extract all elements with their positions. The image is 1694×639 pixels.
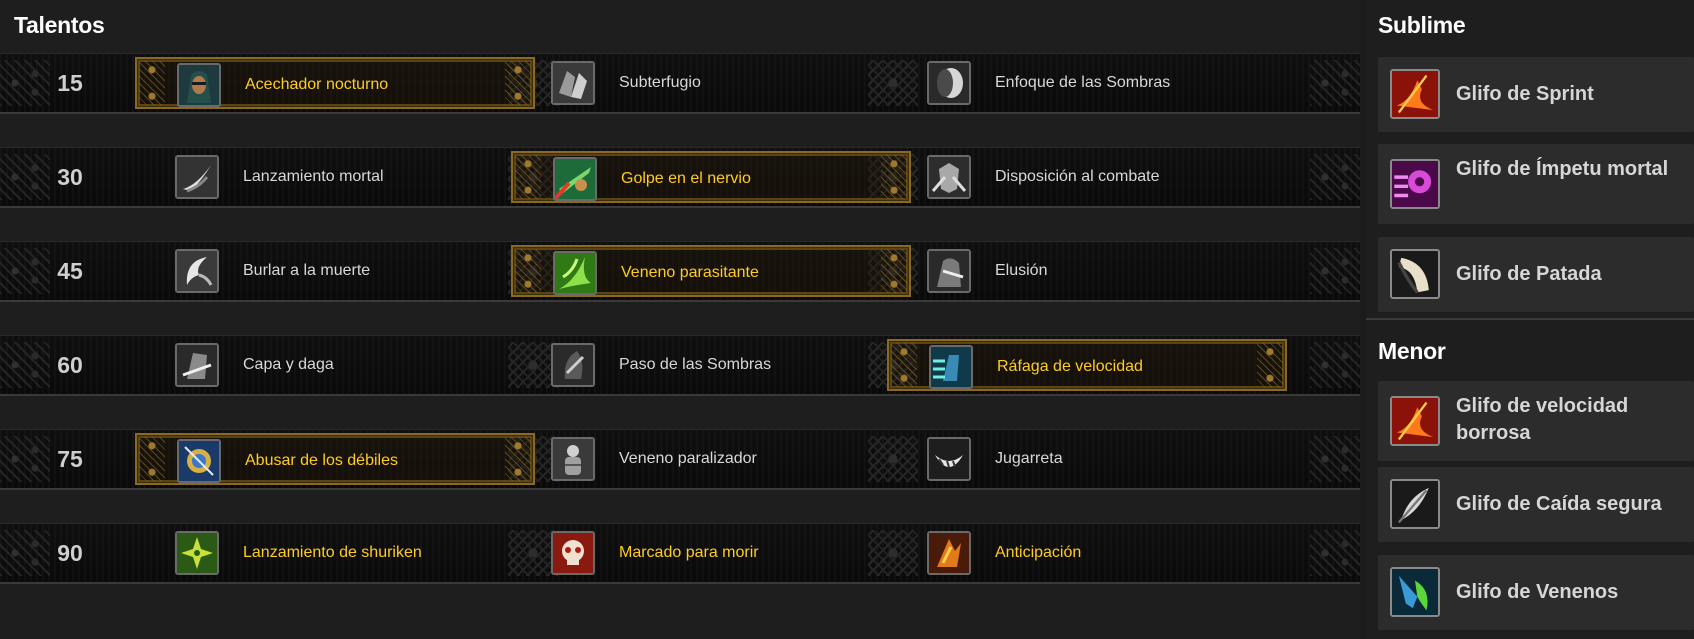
talent-name: Elusión [995,262,1048,279]
nerve-strike-icon [553,157,597,201]
talent-acechador-nocturno[interactable]: Acechador nocturno [135,57,535,109]
talent-name: Veneno paralizador [619,450,757,467]
tier-row-30: 30 Lanzamiento mortal Golpe en el nervio… [0,147,1360,208]
minor-glyphs-title: Menor [1378,338,1446,364]
glyph-name: Glifo de Ímpetu mortal [1456,158,1669,180]
talent-name: Capa y daga [243,356,334,373]
feather-icon [1390,479,1440,529]
shadowstep-icon [551,343,595,387]
glyph-caida-segura[interactable]: Glifo de Caída segura [1378,467,1694,542]
leeching-poison-icon [553,251,597,295]
tier-level: 15 [57,70,83,96]
talent-capa-daga[interactable]: Capa y daga [135,339,535,391]
tier-row-75: 75 Abusar de los débiles Veneno paraliza… [0,429,1360,490]
talent-abusar-debiles[interactable]: Abusar de los débiles [135,433,535,485]
anticipation-icon [927,531,971,575]
talent-name: Enfoque de las Sombras [995,74,1171,91]
talent-name: Burlar a la muerte [243,262,371,279]
shuriken-icon [175,531,219,575]
talents-panel: Talentos 15 Acechador nocturno Subterfug… [0,0,1360,639]
tier-row-15: 15 Acechador nocturno Subterfugio Enfoqu… [0,53,1360,114]
talent-anticipacion[interactable]: Anticipación [887,527,1287,579]
talent-jugarreta[interactable]: Jugarreta [887,433,1287,485]
talent-name: Paso de las Sombras [619,356,772,373]
tier-row-90: 90 Lanzamiento de shuriken Marcado para … [0,523,1360,584]
glyph-name: Glifo de Sprint [1456,83,1594,105]
cloak-dagger-icon [175,343,219,387]
talent-enfoque-sombras[interactable]: Enfoque de las Sombras [887,57,1287,109]
talent-golpe-nervio[interactable]: Golpe en el nervio [511,151,911,203]
talent-name: Lanzamiento de shuriken [243,544,422,561]
throw-icon [175,155,219,199]
talent-name: Subterfugio [619,74,701,91]
talent-rafaga-velocidad[interactable]: Ráfaga de velocidad [887,339,1287,391]
talent-veneno-parasitante[interactable]: Veneno parasitante [511,245,911,297]
talent-lanzamiento-mortal[interactable]: Lanzamiento mortal [135,151,535,203]
marked-skull-icon [551,531,595,575]
glyph-venenos[interactable]: Glifo de Venenos [1378,555,1694,630]
glyph-name: Glifo de Venenos [1456,581,1619,603]
tier-level: 60 [57,352,83,378]
talent-marcado-morir[interactable]: Marcado para morir [511,527,911,579]
tier-level: 75 [57,446,83,472]
talents-title: Talentos [14,12,105,38]
talent-name: Veneno parasitante [621,264,759,281]
deadly-momentum-icon [1390,159,1440,209]
glyph-velocidad-borrosa[interactable]: Glifo de velocidad borrosa [1378,381,1694,461]
talent-subterfugio[interactable]: Subterfugio [511,57,911,109]
hands-icon [551,61,595,105]
paralytic-poison-icon [551,437,595,481]
glyph-name: Glifo de velocidad borrosa [1456,395,1629,444]
poisons-icon [1390,567,1440,617]
major-glyphs-title: Sublime [1378,12,1466,38]
talent-name: Golpe en el nervio [621,170,751,187]
talent-name: Marcado para morir [619,544,759,561]
sprint-icon [1390,69,1440,119]
talent-name: Ráfaga de velocidad [997,358,1143,375]
talent-name: Abusar de los débiles [245,452,398,469]
talent-burlar-muerte[interactable]: Burlar a la muerte [135,245,535,297]
cheat-death-icon [175,249,219,293]
talent-elusion[interactable]: Elusión [887,245,1287,297]
hooded-rogue-icon [177,63,221,107]
talent-name: Jugarreta [995,450,1063,467]
dirty-tricks-icon [927,437,971,481]
glyphs-panel: Sublime Glifo de Sprint Glifo de Ímpetu … [1366,0,1694,639]
talent-paso-sombras[interactable]: Paso de las Sombras [511,339,911,391]
talent-disposicion-combate[interactable]: Disposición al combate [887,151,1287,203]
talent-name: Lanzamiento mortal [243,168,384,185]
elusiveness-icon [927,249,971,293]
glyph-patada[interactable]: Glifo de Patada [1378,237,1694,312]
tier-level: 45 [57,258,83,284]
glyph-sprint[interactable]: Glifo de Sprint [1378,57,1694,132]
tier-level: 90 [57,540,83,566]
kick-icon [1390,249,1440,299]
blurred-speed-icon [1390,396,1440,446]
talent-lanzamiento-shuriken[interactable]: Lanzamiento de shuriken [135,527,535,579]
talent-name: Acechador nocturno [245,76,389,93]
talent-name: Anticipación [995,544,1082,561]
shadow-face-icon [927,61,971,105]
talent-veneno-paralizador[interactable]: Veneno paralizador [511,433,911,485]
glyph-section-divider [1366,318,1694,320]
glyph-name: Glifo de Patada [1456,263,1602,285]
tier-row-60: 60 Capa y daga Paso de las Sombras Ráfag… [0,335,1360,396]
tier-row-45: 45 Burlar a la muerte Veneno parasitante… [0,241,1360,302]
prey-on-weak-icon [177,439,221,483]
tier-level: 30 [57,164,83,190]
combat-readiness-icon [927,155,971,199]
glyph-name: Glifo de Caída segura [1456,493,1662,515]
glyph-impetu-mortal[interactable]: Glifo de Ímpetu mortal [1378,144,1694,224]
talent-name: Disposición al combate [995,168,1160,185]
burst-of-speed-icon [929,345,973,389]
